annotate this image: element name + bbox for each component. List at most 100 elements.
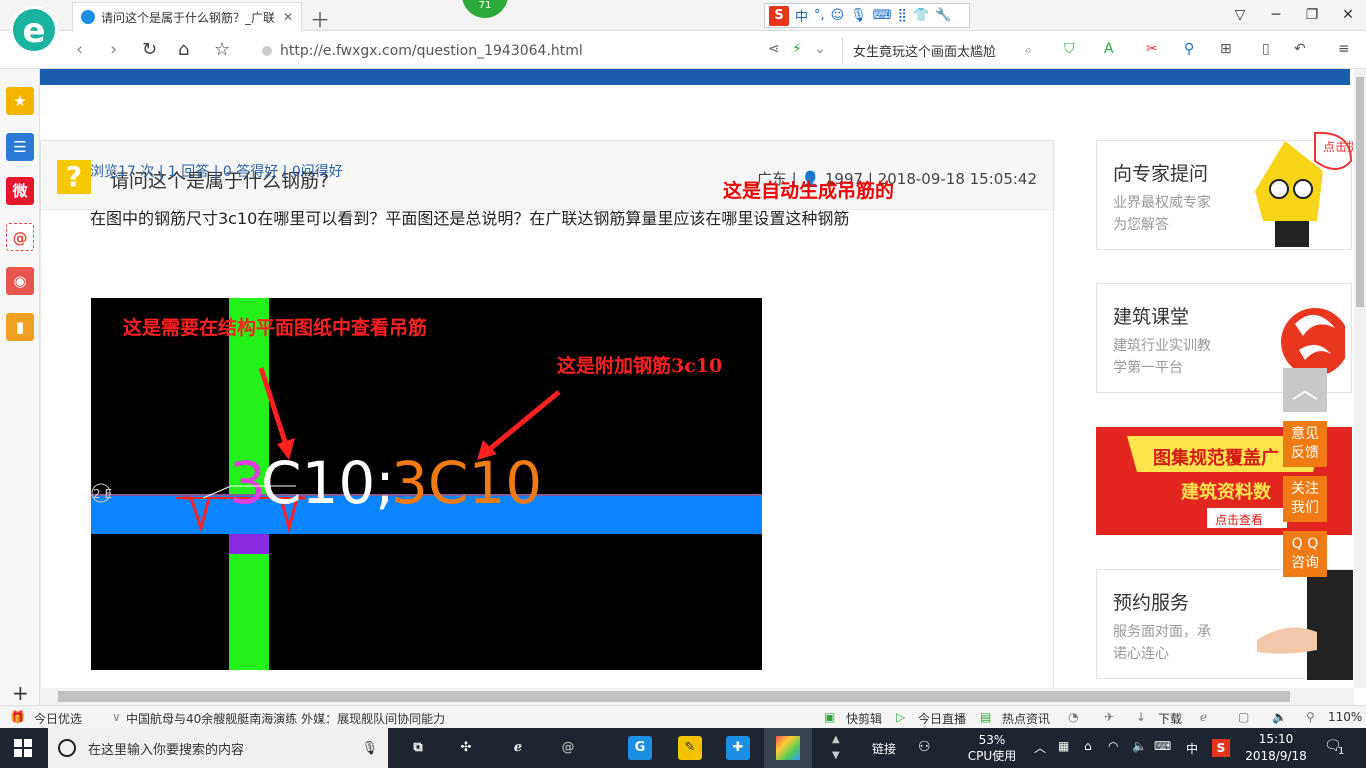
menu-icon[interactable]: ≡ [1338,41,1350,57]
horizontal-scroll-thumb[interactable] [58,691,1290,702]
wifi-icon[interactable]: ◠ [1108,739,1118,753]
clip-icon: ▣ [824,710,836,724]
banner-cta[interactable]: 点击查看 [1215,511,1263,528]
today-picks[interactable]: 今日优选 [34,710,82,727]
apps-icon[interactable]: ⣿ [898,8,908,23]
back-icon[interactable]: ‹ [76,39,83,60]
zoom-level[interactable]: 110% [1328,710,1362,724]
fan-app-icon[interactable]: ✣ [454,736,478,760]
ime-language[interactable]: 中 [795,6,808,25]
keyboard-icon[interactable]: ⌨ [873,8,892,23]
keyboard-icon[interactable]: ⌨ [1154,739,1171,753]
tray-app-icon[interactable]: ▦ [1058,739,1069,753]
spiral-app-icon[interactable]: @ [556,736,580,760]
star-icon[interactable]: ☆ [214,39,230,60]
cad-drawing-image[interactable]: 3 C10; 3C10 2 E 这是需要在结构平面图纸中查看吊筋 这是附加钢筋3… [91,298,762,670]
link-label[interactable]: 链接 [872,740,896,757]
grid-icon[interactable]: ⊞ [1220,41,1232,57]
news-ticker[interactable]: 中国航母与40余艘舰艇南海演练 外媒：展现舰队间协同能力 [126,710,445,727]
maximize-button[interactable]: ❐ [1294,0,1330,31]
tray-chevron-icon[interactable]: ︿ [1034,739,1046,756]
close-button[interactable]: ✕ [1330,0,1366,31]
url-field[interactable]: http://e.fwxgx.com/question_1943064.html [262,40,762,62]
people-icon[interactable]: ⚇ [918,739,931,755]
refresh-icon[interactable]: ↻ [142,39,157,60]
active-app-highlight[interactable] [764,728,812,768]
chevron-down-icon[interactable]: ⌄ [814,41,826,57]
speaker-icon[interactable]: 🔈 [1132,739,1147,753]
volume-icon[interactable]: 🔈 [1272,710,1287,724]
download-label[interactable]: 下载 [1158,710,1182,727]
tray-network-icon[interactable]: ⌂ [1084,739,1092,753]
follow-button[interactable]: 关注 我们 [1283,476,1327,522]
cpu-label: CPU使用 [967,749,1017,763]
notification-badge[interactable]: 71 [462,0,508,18]
shirt-icon[interactable]: 👕 [913,8,929,23]
magnifier-icon[interactable]: ⚲ [1184,41,1194,57]
clock-time: 15:10 [1258,732,1294,746]
feedback-button[interactable]: 意见 反馈 [1283,421,1327,467]
ime-toolbar[interactable]: S 中 °, ☺ 🎙 ⌨ ⣿ 👕 🔧 [764,3,970,28]
qq-button[interactable]: Q Q 咨询 [1283,531,1327,577]
taskbar-scroll-icon[interactable]: ▲ ▼ [832,732,840,764]
tab-close-icon[interactable]: ✕ [283,10,293,24]
search-icon[interactable]: ⌕ [1025,43,1032,58]
clock[interactable]: 15:10 2018/9/18 [1240,731,1312,765]
emoji-icon[interactable]: ☺ [831,8,845,23]
horizontal-scrollbar[interactable] [40,688,1354,705]
ask-expert-card[interactable]: 向专家提问 业界最权威专家 为您解答 点击提问 [1096,131,1353,250]
translate-icon[interactable]: A [1104,41,1114,57]
home-icon[interactable]: ⌂ [178,39,189,60]
undo-icon[interactable]: ↶ [1294,41,1306,57]
windows-start-icon[interactable] [14,739,32,757]
question-datetime: 2018-09-18 15:05:42 [877,170,1037,188]
news-icon[interactable]: ☰ [6,133,34,161]
live-today[interactable]: 今日直播 [918,710,966,727]
browser-taskbar-icon[interactable]: G [628,736,652,760]
speed-icon[interactable]: ⚡ [792,41,802,57]
hot-news[interactable]: 热点资讯 [1002,710,1050,727]
share-icon[interactable]: ⋖ [768,41,780,57]
wrench-icon[interactable]: 🔧 [935,8,951,23]
notes-icon[interactable]: ▮ [6,313,34,341]
scissors-icon[interactable]: ✂ [1146,41,1158,57]
forward-icon[interactable]: › [110,39,117,60]
mail-icon[interactable]: @ [6,223,34,251]
ie-browser-icon[interactable]: ℯ [506,736,530,760]
game-icon[interactable]: ◉ [6,267,34,295]
zoom-icon[interactable]: ⚲ [1306,710,1315,724]
weibo-icon[interactable]: 微 [6,177,34,205]
tray-ime-lang[interactable]: 中 [1186,740,1198,757]
cpu-meter[interactable]: 53% CPU使用 [960,732,1024,764]
task-view-icon[interactable]: ⧉ [406,736,430,760]
windows-taskbar: 在这里输入你要搜索的内容 🎙 ⧉ ✣ ℯ @ G ✎ ✚ ▲ ▼ 链接 ⚇ 53%… [0,728,1366,768]
download-icon: ↓ [1136,710,1147,724]
speed-dial-icon[interactable]: ◔ [1068,710,1078,724]
microphone-icon[interactable]: 🎙 [361,741,378,756]
plus-app-icon[interactable]: ✚ [726,736,750,760]
tablet-icon[interactable]: ▯ [1262,41,1270,57]
browser-logo-icon[interactable]: e [10,6,58,54]
site-info-icon[interactable] [262,46,272,56]
minimize-button[interactable]: ─ [1258,0,1294,31]
window-icon[interactable]: ▢ [1238,710,1249,724]
browser-tab[interactable]: 请问这个是属于什么钢筋？_广联 ✕ [72,2,302,31]
search-box[interactable]: 女生竟玩这个画面太尴尬 ⌕ [842,37,1042,63]
pin-icon[interactable]: ✈ [1104,710,1114,724]
notes-app-icon[interactable]: ✎ [678,736,702,760]
vertical-scrollbar[interactable] [1354,69,1366,688]
ime-punct[interactable]: °, [814,8,825,23]
vertical-scroll-thumb[interactable] [1356,77,1364,307]
taskbar-search[interactable]: 在这里输入你要搜索的内容 🎙 [48,728,388,768]
back-to-top-button[interactable]: ︿ [1283,368,1327,412]
new-tab-button[interactable]: ＋ [310,4,330,33]
appointment-card[interactable]: 预约服务 服务面对面，承 诺心连心 [1096,569,1353,680]
ie-mode-icon[interactable]: ℯ [1200,710,1207,724]
add-sidebar-icon[interactable]: + [12,681,29,705]
sogou-tray-icon[interactable]: S [1212,739,1230,757]
mic-icon[interactable]: 🎙 [850,8,867,23]
favorites-icon[interactable]: ★ [6,87,34,115]
skin-button[interactable]: ▽ [1222,0,1258,31]
quick-edit[interactable]: 快剪辑 [846,710,882,727]
shield-icon[interactable]: ⛉ [1064,41,1075,57]
